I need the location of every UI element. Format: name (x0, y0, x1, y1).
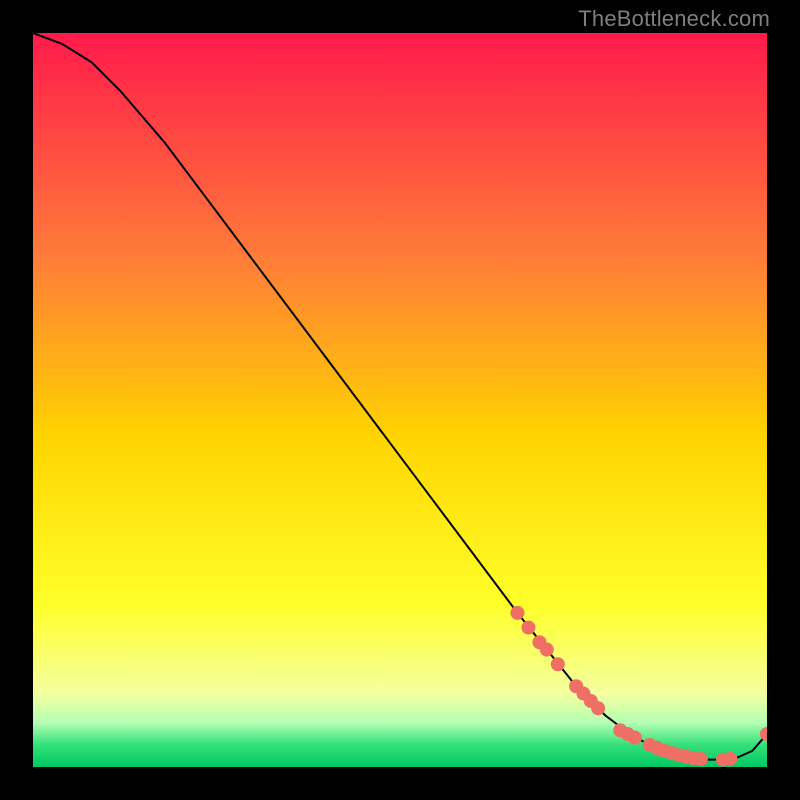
data-point-marker (723, 752, 737, 766)
data-point-marker (551, 657, 565, 671)
gradient-background (33, 33, 767, 767)
data-point-marker (628, 731, 642, 745)
data-point-marker (521, 621, 535, 635)
bottleneck-chart (33, 33, 767, 767)
data-point-marker (591, 701, 605, 715)
data-point-marker (510, 606, 524, 620)
chart-stage: TheBottleneck.com (0, 0, 800, 800)
data-point-marker (694, 752, 708, 766)
watermark-text: TheBottleneck.com (578, 6, 770, 32)
data-point-marker (540, 643, 554, 657)
